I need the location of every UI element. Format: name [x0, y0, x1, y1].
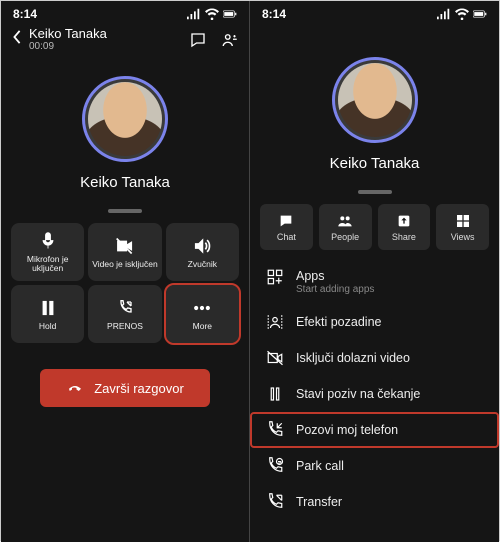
hold-label: Hold [39, 322, 56, 331]
menu-park-call[interactable]: Park call [250, 448, 499, 484]
menu-transfer-label: Transfer [296, 495, 342, 509]
sheet-handle[interactable] [358, 190, 392, 194]
call-controls-grid: Mikrofon je uključen Video je isključen … [1, 223, 249, 343]
tab-people-label: People [331, 232, 359, 242]
mic-button[interactable]: Mikrofon je uključen [11, 223, 84, 281]
hangup-icon [66, 379, 84, 397]
more-button[interactable]: More [166, 285, 239, 343]
more-icon [192, 298, 212, 318]
status-bar: 8:14 [1, 1, 249, 23]
transfer-label: PRENOS [107, 322, 143, 331]
chat-icon[interactable] [189, 31, 207, 49]
comparison-container: 8:14 Keiko Tanaka 00:09 Keiko Tanaka [0, 0, 500, 541]
views-icon [455, 213, 471, 229]
caller-avatar [332, 57, 418, 143]
caller-display-name: Keiko Tanaka [80, 174, 170, 191]
menu-novid-label: Isključi dolazni video [296, 351, 410, 365]
tab-share-label: Share [392, 232, 416, 242]
mic-icon [38, 231, 58, 251]
menu-background-effects[interactable]: Efekti pozadine [250, 304, 499, 340]
wifi-icon [205, 8, 219, 20]
caller-display: Keiko Tanaka [250, 57, 499, 172]
call-in-icon [266, 421, 284, 439]
share-icon [396, 213, 412, 229]
signal-icon [187, 8, 201, 20]
speaker-label: Zvučnik [188, 260, 217, 269]
caller-avatar [82, 76, 168, 162]
phone-left: 8:14 Keiko Tanaka 00:09 Keiko Tanaka [1, 1, 250, 542]
video-button[interactable]: Video je isključen [88, 223, 161, 281]
status-indicators [187, 8, 237, 20]
back-button[interactable] [11, 30, 23, 49]
park-icon [266, 457, 284, 475]
tab-share[interactable]: Share [378, 204, 431, 250]
menu-callme-label: Pozovi moj telefon [296, 423, 398, 437]
video-off-icon [266, 349, 284, 367]
sheet-handle[interactable] [108, 209, 142, 213]
call-duration: 00:09 [29, 41, 189, 52]
video-label: Video je isključen [92, 260, 158, 269]
signal-icon [437, 8, 451, 20]
menu-apps-label: Apps [296, 269, 325, 283]
battery-icon [473, 8, 487, 20]
status-indicators [437, 8, 487, 20]
tab-views-label: Views [451, 232, 475, 242]
transfer-button[interactable]: PRENOS [88, 285, 161, 343]
menu-transfer[interactable]: Transfer [250, 484, 499, 520]
battery-icon [223, 8, 237, 20]
status-bar: 8:14 [250, 1, 499, 23]
wifi-icon [455, 8, 469, 20]
speaker-icon [192, 236, 212, 256]
end-call-button[interactable]: Završi razgovor [40, 369, 210, 407]
caller-name: Keiko Tanaka [29, 27, 189, 41]
mic-label: Mikrofon je uključen [11, 255, 84, 273]
people-icon [337, 213, 353, 229]
tab-chat-label: Chat [277, 232, 296, 242]
apps-icon [266, 268, 284, 286]
transfer-icon [266, 493, 284, 511]
menu-bg-label: Efekti pozadine [296, 315, 381, 329]
menu-apps-sublabel: Start adding apps [296, 284, 374, 295]
chat-icon [278, 213, 294, 229]
more-menu: Apps Start adding apps Efekti pozadine I… [250, 260, 499, 520]
status-time: 8:14 [262, 7, 286, 21]
menu-apps[interactable]: Apps Start adding apps [250, 260, 499, 304]
end-call-label: Završi razgovor [94, 381, 184, 396]
speaker-button[interactable]: Zvučnik [166, 223, 239, 281]
tab-views[interactable]: Views [436, 204, 489, 250]
menu-hold-label: Stavi poziv na čekanje [296, 387, 420, 401]
pause-icon [38, 298, 58, 318]
menu-park-label: Park call [296, 459, 344, 473]
menu-hold[interactable]: Stavi poziv na čekanje [250, 376, 499, 412]
tab-chat[interactable]: Chat [260, 204, 313, 250]
person-bg-icon [266, 313, 284, 331]
transfer-icon [115, 298, 135, 318]
call-header: Keiko Tanaka 00:09 [1, 23, 249, 58]
menu-turn-off-incoming-video[interactable]: Isključi dolazni video [250, 340, 499, 376]
menu-call-me[interactable]: Pozovi moj telefon [250, 412, 499, 448]
people-icon[interactable] [221, 31, 239, 49]
caller-display-name: Keiko Tanaka [330, 155, 420, 172]
status-time: 8:14 [13, 7, 37, 21]
more-label: More [193, 322, 212, 331]
caller-info: Keiko Tanaka 00:09 [29, 27, 189, 52]
hold-button[interactable]: Hold [11, 285, 84, 343]
tab-people[interactable]: People [319, 204, 372, 250]
pause-icon [266, 385, 284, 403]
phone-right: 8:14 Keiko Tanaka Chat People Share [250, 1, 499, 542]
caller-display: Keiko Tanaka [1, 76, 249, 191]
video-off-icon [115, 236, 135, 256]
tab-row: Chat People Share Views [250, 204, 499, 250]
